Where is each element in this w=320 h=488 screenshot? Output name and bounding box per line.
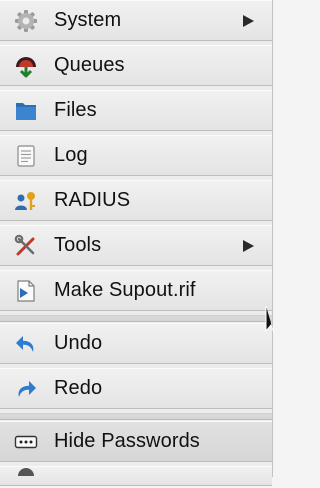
menu-item-label: Make Supout.rif: [54, 279, 196, 301]
menu-item-system[interactable]: System: [0, 0, 272, 41]
menu-item-make-supout[interactable]: Make Supout.rif: [0, 270, 272, 311]
menu-item-label: Tools: [54, 234, 102, 256]
hide-passwords-icon: [14, 430, 38, 454]
partial-menu-icon: [14, 464, 38, 488]
menu-item-log[interactable]: Log: [0, 135, 272, 176]
menu-item-queues[interactable]: Queues: [0, 45, 272, 86]
submenu-arrow-icon: [243, 239, 254, 252]
menu-item-label: Queues: [54, 54, 125, 76]
menu-separator: [0, 315, 272, 322]
menu-item-label: System: [54, 9, 122, 31]
gear-icon: [14, 9, 38, 33]
undo-arrow-icon: [14, 332, 38, 356]
mouse-cursor-icon: [265, 306, 275, 334]
menu-item-files[interactable]: Files: [0, 90, 272, 131]
menu-item-label: Undo: [54, 332, 103, 354]
user-key-icon: [14, 189, 38, 213]
menu-item-label: Log: [54, 144, 88, 166]
menu-item-label: RADIUS: [54, 189, 131, 211]
queues-icon: [14, 54, 38, 78]
menu-item-label: Hide Passwords: [54, 430, 200, 452]
menu-item-partial[interactable]: [0, 466, 272, 486]
submenu-arrow-icon: [243, 14, 254, 27]
menu-item-redo[interactable]: Redo: [0, 368, 272, 409]
menu-item-label: Redo: [54, 377, 103, 399]
main-menu: System Queues Files Log RADIUS Tools Mak…: [0, 0, 273, 486]
menu-item-hide-passwords[interactable]: Hide Passwords: [0, 421, 272, 462]
menu-item-undo[interactable]: Undo: [0, 323, 272, 364]
tools-icon: [14, 234, 38, 258]
menu-item-radius[interactable]: RADIUS: [0, 180, 272, 221]
supout-file-icon: [14, 279, 38, 303]
folder-icon: [14, 99, 38, 123]
log-document-icon: [14, 144, 38, 168]
menu-item-label: Files: [54, 99, 97, 121]
menu-separator: [0, 413, 272, 420]
redo-arrow-icon: [14, 377, 38, 401]
menu-item-tools[interactable]: Tools: [0, 225, 272, 266]
